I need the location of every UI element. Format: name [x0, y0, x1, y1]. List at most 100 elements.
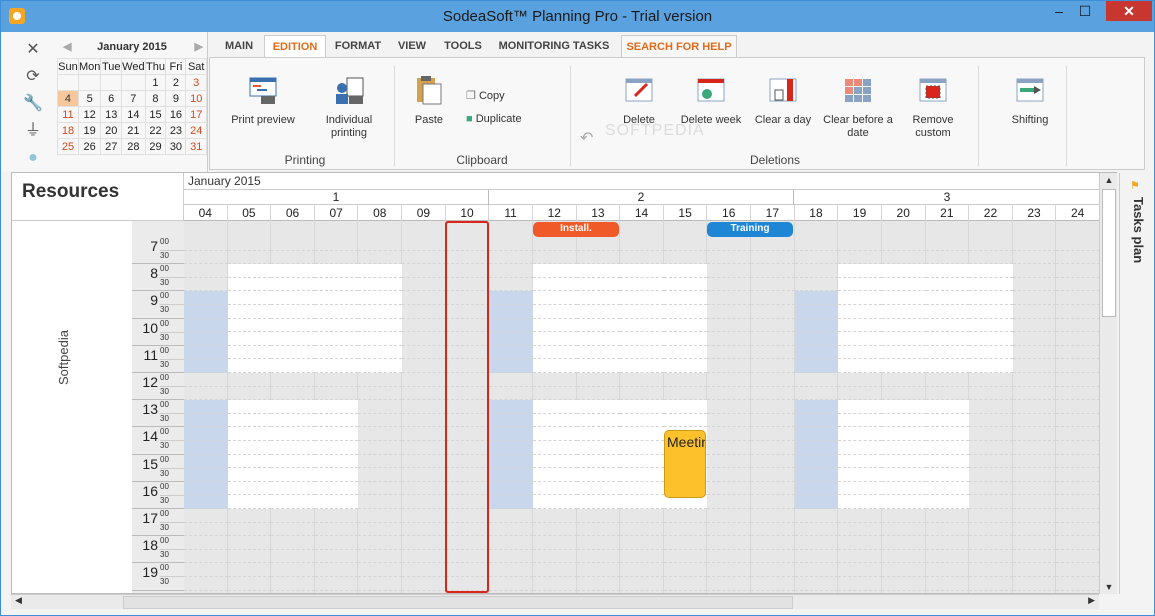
time-slot[interactable] [1012, 264, 1057, 278]
time-slot[interactable] [707, 495, 752, 509]
time-slot[interactable] [532, 495, 577, 509]
time-slot[interactable] [620, 563, 664, 577]
delete-button[interactable]: Delete [606, 74, 672, 127]
time-slot[interactable] [402, 291, 446, 305]
time-slot[interactable] [314, 291, 359, 305]
time-slot[interactable] [925, 345, 970, 360]
time-slot[interactable] [489, 495, 533, 509]
time-slot[interactable] [925, 400, 970, 414]
time-slot[interactable] [663, 264, 708, 278]
time-slot[interactable] [1012, 332, 1057, 346]
refresh-icon[interactable]: ⟳ [20, 63, 46, 90]
time-slot[interactable] [969, 468, 1013, 482]
day-header-cell[interactable]: 13 [577, 205, 621, 221]
time-slot[interactable] [663, 400, 708, 414]
time-slot[interactable] [1056, 251, 1100, 265]
shifting-button[interactable]: Shifting [994, 74, 1066, 127]
delete-week-button[interactable]: Delete week [676, 74, 746, 127]
time-slot[interactable] [1012, 373, 1057, 387]
tab-format[interactable]: FORMAT [329, 35, 387, 57]
time-slot[interactable] [663, 373, 708, 387]
time-slot[interactable] [271, 577, 315, 591]
day-column[interactable] [707, 221, 752, 593]
calendar-next-icon[interactable]: ▶ [195, 38, 203, 56]
time-slot[interactable] [707, 455, 752, 469]
time-slot[interactable] [271, 277, 315, 292]
time-slot[interactable] [489, 523, 533, 537]
time-slot[interactable] [881, 509, 926, 523]
time-slot[interactable] [489, 332, 533, 346]
time-slot[interactable] [489, 454, 533, 469]
time-slot[interactable] [271, 291, 315, 305]
time-slot[interactable] [358, 509, 403, 523]
time-slot[interactable] [184, 318, 228, 333]
time-slot[interactable] [969, 400, 1013, 414]
time-slot[interactable] [794, 278, 839, 292]
time-slot[interactable] [969, 345, 1013, 360]
time-slot[interactable] [707, 346, 752, 360]
time-slot[interactable] [489, 318, 533, 333]
time-slot[interactable] [881, 550, 926, 564]
time-slot[interactable] [576, 332, 621, 346]
time-slot[interactable] [794, 468, 839, 482]
time-slot[interactable] [794, 237, 839, 251]
time-slot[interactable] [838, 468, 882, 482]
time-slot[interactable] [576, 563, 621, 577]
time-slot[interactable] [838, 563, 882, 577]
day-header-cell[interactable]: 06 [271, 205, 315, 221]
time-slot[interactable] [925, 536, 970, 550]
time-slot[interactable] [881, 441, 926, 455]
calendar-day[interactable]: 8 [144, 90, 167, 107]
undo-icon[interactable]: ↶ [580, 128, 593, 148]
time-slot[interactable] [794, 427, 839, 441]
time-slot[interactable] [838, 441, 882, 455]
time-slot[interactable] [184, 359, 228, 373]
time-slot[interactable] [1056, 577, 1100, 591]
day-header-cell[interactable]: 24 [1056, 205, 1100, 221]
time-slot[interactable] [358, 332, 403, 346]
time-slot[interactable] [227, 387, 272, 401]
time-slot[interactable] [881, 359, 926, 373]
time-slot[interactable] [271, 536, 315, 550]
day-column[interactable] [358, 221, 403, 593]
time-slot[interactable] [620, 481, 664, 496]
time-slot[interactable] [1056, 237, 1100, 251]
time-slot[interactable] [532, 550, 577, 564]
time-slot[interactable] [925, 509, 970, 523]
time-slot[interactable] [532, 251, 577, 265]
time-slot[interactable] [707, 577, 752, 591]
time-slot[interactable] [358, 318, 403, 333]
time-slot[interactable] [227, 237, 272, 251]
day-header-cell[interactable]: 14 [620, 205, 664, 221]
time-slot[interactable] [925, 563, 970, 577]
time-slot[interactable] [1056, 305, 1100, 319]
time-slot[interactable] [532, 454, 577, 469]
time-slot[interactable] [314, 332, 359, 346]
calendar-day[interactable]: 17 [185, 106, 207, 123]
time-slot[interactable] [1012, 427, 1057, 441]
time-slot[interactable] [184, 577, 228, 591]
time-slot[interactable] [881, 318, 926, 333]
time-slot[interactable] [489, 413, 533, 428]
time-slot[interactable] [184, 454, 228, 469]
time-slot[interactable] [794, 509, 839, 523]
time-slot[interactable] [227, 536, 272, 550]
calendar-day[interactable]: 5 [77, 90, 102, 107]
time-slot[interactable] [620, 509, 664, 523]
time-slot[interactable] [707, 427, 752, 441]
time-slot[interactable] [881, 345, 926, 360]
calendar-day[interactable]: 25 [57, 138, 79, 155]
time-slot[interactable] [925, 387, 970, 401]
time-slot[interactable] [838, 481, 882, 496]
time-slot[interactable] [1056, 441, 1100, 455]
time-slot[interactable] [969, 237, 1013, 251]
time-slot[interactable] [402, 278, 446, 292]
time-slot[interactable] [925, 577, 970, 591]
time-slot[interactable] [620, 345, 664, 360]
time-slot[interactable] [271, 509, 315, 523]
time-slot[interactable] [794, 305, 839, 319]
time-slot[interactable] [402, 414, 446, 428]
time-slot[interactable] [1012, 237, 1057, 251]
time-slot[interactable] [620, 332, 664, 346]
time-slot[interactable] [794, 291, 839, 305]
